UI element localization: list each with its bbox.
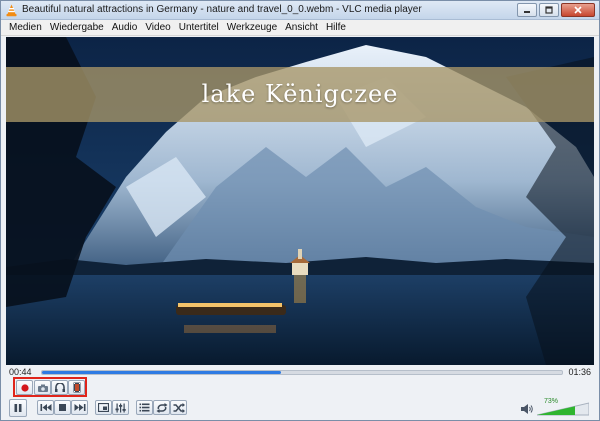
volume-slider[interactable] [537, 399, 589, 416]
loop-ab-button[interactable] [51, 380, 68, 395]
close-icon [574, 6, 582, 14]
loop-ab-icon [54, 382, 65, 392]
frame-step-icon [73, 382, 80, 393]
minimize-button[interactable] [517, 3, 537, 17]
video-display[interactable]: lake Kënigczee [6, 37, 594, 365]
previous-icon [40, 404, 51, 411]
next-button[interactable] [71, 400, 88, 415]
frame-step-button[interactable] [68, 380, 85, 395]
menu-hilfe[interactable]: Hilfe [322, 22, 350, 33]
menu-wiedergabe[interactable]: Wiedergabe [46, 22, 108, 33]
shuffle-icon [173, 402, 185, 413]
maximize-icon [545, 6, 553, 14]
fullscreen-button[interactable] [95, 400, 112, 415]
stop-button[interactable] [54, 400, 71, 415]
menu-medien[interactable]: Medien [5, 22, 46, 33]
total-time: 01:36 [568, 367, 591, 377]
snapshot-icon [37, 384, 48, 392]
menu-bar: Medien Wiedergabe Audio Video Untertitel… [1, 20, 599, 36]
stop-icon [59, 404, 66, 411]
shuffle-button[interactable] [170, 400, 187, 415]
menu-werkzeuge[interactable]: Werkzeuge [223, 22, 281, 33]
loop-button[interactable] [153, 400, 170, 415]
next-icon [74, 404, 85, 411]
record-button[interactable] [16, 380, 33, 395]
seek-bar[interactable] [41, 370, 563, 375]
extended-settings-button[interactable] [112, 400, 129, 415]
menu-video[interactable]: Video [141, 22, 174, 33]
menu-audio[interactable]: Audio [108, 22, 142, 33]
close-button[interactable] [561, 3, 595, 17]
minimize-icon [524, 11, 530, 13]
title-bar[interactable]: Beautiful natural attractions in Germany… [1, 1, 599, 20]
record-icon [20, 383, 29, 392]
previous-button[interactable] [37, 400, 54, 415]
playlist-icon [139, 403, 150, 412]
window-title: Beautiful natural attractions in Germany… [22, 4, 422, 15]
fullscreen-icon [98, 403, 109, 412]
current-time: 00:44 [9, 367, 32, 377]
playlist-button[interactable] [136, 400, 153, 415]
menu-untertitel[interactable]: Untertitel [175, 22, 223, 33]
vlc-window: Beautiful natural attractions in Germany… [0, 0, 600, 421]
speaker-icon[interactable] [520, 403, 534, 415]
pause-icon [14, 404, 22, 412]
snapshot-button[interactable] [34, 380, 51, 395]
menu-ansicht[interactable]: Ansicht [281, 22, 322, 33]
pause-button[interactable] [9, 399, 27, 417]
extended-settings-icon [115, 403, 126, 412]
vlc-cone-icon [6, 4, 17, 17]
seek-progress [42, 371, 282, 374]
loop-icon [156, 402, 167, 413]
maximize-button[interactable] [539, 3, 559, 17]
seek-row: 00:44 01:36 [1, 367, 599, 379]
subtitle-text: lake Kënigczee [201, 80, 399, 108]
